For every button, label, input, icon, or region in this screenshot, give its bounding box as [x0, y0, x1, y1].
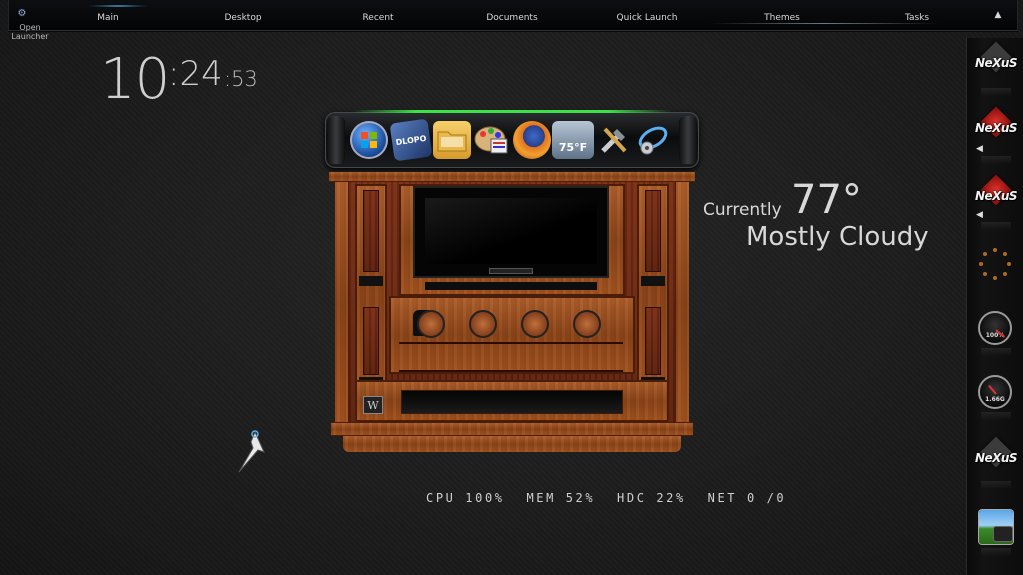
camera-icon [993, 526, 1013, 542]
windows-start-icon[interactable] [350, 121, 388, 159]
menu-recent[interactable]: Recent [362, 13, 393, 23]
reflection [981, 481, 1011, 489]
menu-desktop[interactable]: Desktop [224, 13, 261, 23]
active-indicator-glow [89, 5, 147, 7]
tv-screen-glass [425, 198, 597, 264]
launcher-bar: Main Desktop Recent Documents Quick Laun… [8, 0, 1018, 31]
gear-icon[interactable]: ⚙ [16, 8, 28, 20]
menu-main[interactable]: Main [97, 13, 119, 23]
reflection [981, 222, 1011, 230]
dock-end-cap-right [679, 116, 697, 164]
net-stat: NET 0 /0 [707, 491, 787, 505]
gauge-dial-4 [573, 310, 601, 338]
left-pillar-panel-top [363, 190, 379, 272]
wood-cabinet-graphic: W [325, 172, 699, 454]
weather-condition: Mostly Cloudy [746, 222, 929, 252]
right-pillar-slot-top [641, 276, 665, 286]
reflection [981, 156, 1011, 164]
hdc-stat: HDC 22% [617, 491, 686, 505]
reflection [981, 412, 1011, 420]
left-pillar-panel-bottom [363, 307, 379, 375]
photo-viewer-icon[interactable] [979, 510, 1013, 544]
clock-minutes: :24 [168, 54, 223, 94]
paint-palette-icon[interactable] [472, 121, 510, 159]
system-stats: CPU 100% MEM 52% HDC 22% NET 0 /0 [426, 491, 798, 505]
menu-themes[interactable]: Themes [764, 13, 800, 23]
cpu-gauge[interactable]: 100% [978, 311, 1012, 345]
nexus-logo-2[interactable]: NeXuS [975, 106, 1018, 143]
nexus-dock-sidebar: NeXuS NeXuS ◀ NeXuS ◀ 100% 1.66G NeXuS [966, 38, 1023, 575]
bar-highlight [709, 23, 939, 24]
left-pillar-slot-top [359, 276, 383, 286]
nexus-logo-3[interactable]: NeXuS [975, 174, 1018, 211]
clock-hours: 10 [100, 47, 170, 112]
gauge-rail-2 [399, 370, 623, 372]
system-settings-icon[interactable] [634, 121, 672, 159]
cabinet-left-side [335, 182, 349, 426]
weather-widget-temp: 75°F [558, 140, 588, 154]
tv-stand [489, 268, 533, 274]
gauge-dial-1 [417, 310, 445, 338]
dock-end-cap-left [327, 116, 345, 164]
right-pillar-panel-bottom [645, 307, 661, 375]
cabinet-crown [329, 172, 695, 182]
cabinet-plinth [343, 436, 681, 452]
chevron-left-icon[interactable]: ◀ [976, 210, 983, 220]
menu-quick-launch[interactable]: Quick Launch [617, 13, 678, 23]
gauge-dial-2 [469, 310, 497, 338]
icon-dock: DLOPO 75°F [325, 110, 699, 168]
reflection [981, 88, 1011, 96]
menu-tasks[interactable]: Tasks [905, 13, 929, 23]
cabinet-right-side [675, 182, 689, 426]
nexus-logo-1[interactable]: NeXuS [975, 41, 1018, 78]
tv-shelf-slot [425, 282, 597, 290]
firefox-icon[interactable] [513, 121, 551, 159]
cabinet-badge: W [363, 396, 383, 414]
objectdock-label: DLOPO [395, 133, 427, 147]
cpu-stat: CPU 100% [426, 491, 505, 505]
chevron-up-icon[interactable]: ▲ [993, 10, 1003, 20]
objectdock-icon[interactable]: DLOPO [389, 118, 433, 162]
dock-glow-line [352, 110, 672, 113]
right-pillar-panel-top [645, 190, 661, 272]
weather-label: Currently [703, 200, 782, 220]
tv-screen [413, 186, 609, 278]
weather-widget-icon[interactable]: 75°F [552, 121, 594, 159]
weather-temperature: 77° [791, 177, 862, 223]
reflection [981, 548, 1011, 556]
clock-widget: 10 :24 :53 [100, 47, 258, 112]
menu-documents[interactable]: Documents [486, 13, 537, 23]
cabinet-base [331, 422, 693, 436]
folder-icon[interactable] [433, 121, 471, 159]
clock-seconds: :53 [224, 67, 258, 91]
gauge-dial-3 [521, 310, 549, 338]
loading-spinner-icon [979, 248, 1011, 280]
open-launcher-label[interactable]: Open Launcher [8, 23, 52, 41]
memory-gauge[interactable]: 1.66G [978, 375, 1012, 409]
drawer-slot [401, 390, 623, 414]
tools-icon[interactable] [595, 121, 633, 159]
memory-gauge-label: 1.66G [985, 395, 1005, 403]
nexus-logo-4[interactable]: NeXuS [975, 436, 1018, 473]
chevron-left-icon[interactable]: ◀ [976, 144, 983, 154]
mem-stat: MEM 52% [526, 491, 596, 505]
gauge-rail-1 [399, 342, 623, 344]
reflection [981, 348, 1011, 356]
